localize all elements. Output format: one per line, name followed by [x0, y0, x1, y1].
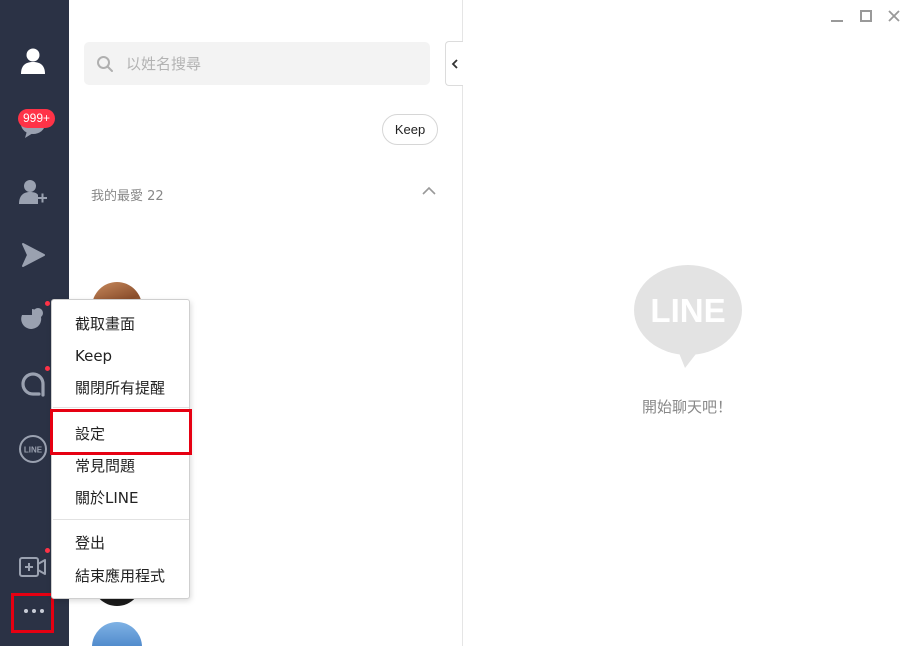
minimize-icon	[831, 20, 843, 22]
chevron-up-icon[interactable]	[421, 186, 437, 196]
menu-item-logout[interactable]: 登出	[75, 533, 105, 553]
menu-item-keep[interactable]: Keep	[75, 346, 112, 366]
menu-divider	[53, 519, 189, 520]
chevron-left-icon	[451, 58, 458, 69]
menu-item-screenshot[interactable]: 截取畫面	[75, 314, 135, 334]
line-logo-text: LINE	[650, 292, 725, 329]
avatar[interactable]	[92, 622, 142, 646]
line-service-label: LINE	[24, 446, 43, 455]
empty-chat-message: 開始聊天吧！	[641, 398, 732, 416]
friends-icon[interactable]	[16, 44, 50, 78]
menu-divider	[53, 407, 189, 408]
menu-item-mute-all[interactable]: 關閉所有提醒	[75, 378, 165, 398]
video-call-icon[interactable]	[16, 550, 50, 584]
close-button[interactable]	[885, 7, 903, 25]
openchat-new-dot	[45, 301, 50, 306]
menu-item-about[interactable]: 關於LINE	[75, 488, 138, 508]
collapse-panel-button[interactable]	[445, 41, 463, 86]
maximize-icon	[860, 10, 872, 22]
line-service-icon[interactable]: LINE	[16, 432, 50, 466]
search-input[interactable]	[126, 54, 406, 73]
keep-chip[interactable]: Keep	[382, 114, 438, 145]
square-new-dot	[45, 366, 50, 371]
menu-item-exit[interactable]: 結束應用程式	[75, 566, 165, 586]
menu-item-faq[interactable]: 常見問題	[75, 456, 135, 476]
openchat-icon[interactable]	[16, 302, 50, 336]
more-button-highlight	[11, 593, 54, 633]
maximize-button[interactable]	[857, 7, 875, 25]
unread-badge: 999+	[18, 109, 56, 128]
square-icon[interactable]	[16, 367, 50, 401]
video-call-new-dot	[45, 548, 50, 553]
line-logo: LINE	[634, 265, 742, 368]
search-box[interactable]	[84, 42, 430, 85]
add-friend-icon[interactable]	[16, 176, 50, 210]
line-voom-icon[interactable]	[16, 238, 50, 272]
minimize-button[interactable]	[828, 7, 846, 25]
close-icon	[888, 10, 900, 22]
chat-area: LINE 開始聊天吧！	[463, 0, 911, 646]
settings-highlight	[50, 409, 192, 455]
favorites-header[interactable]: 我的最愛 22	[91, 185, 164, 204]
search-icon	[97, 55, 113, 72]
